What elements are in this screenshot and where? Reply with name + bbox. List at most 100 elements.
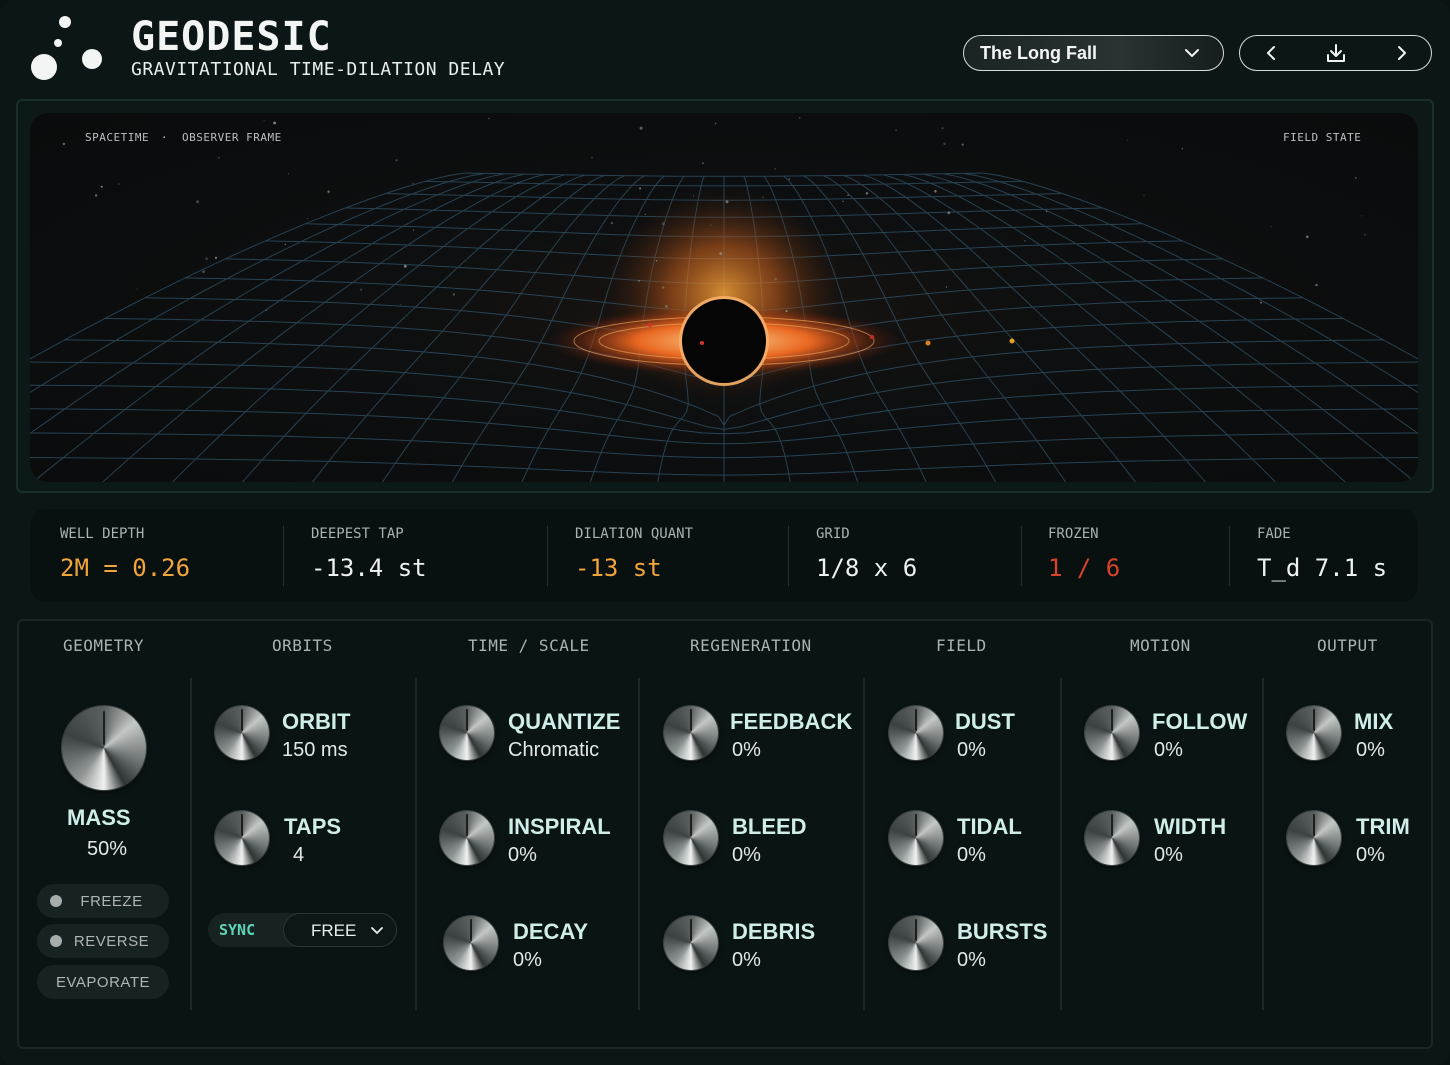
column-divider (1262, 678, 1264, 1010)
spacetime-label: SPACETIME (85, 131, 150, 144)
bleed-label: BLEED (732, 814, 807, 839)
mix-knob[interactable] (1287, 706, 1341, 760)
mass-label: MASS (67, 805, 131, 830)
knob-pointer (690, 814, 692, 836)
dust-knob[interactable] (889, 706, 943, 760)
readout-bar: WELL DEPTH 2M = 0.26 DEEPEST TAP -13.4 s… (30, 509, 1418, 602)
knob-pointer (915, 919, 917, 941)
inspiral-label: INSPIRAL (508, 814, 611, 839)
knob-pointer (690, 919, 692, 941)
knob-pointer (466, 814, 468, 836)
knob-pointer (241, 814, 243, 836)
readout-value: 2M = 0.26 (60, 554, 191, 582)
readout-value: -13.4 st (311, 554, 427, 582)
spacetime-visualizer[interactable] (30, 113, 1418, 482)
readout-label: WELL DEPTH (60, 526, 145, 542)
knob-pointer (1111, 814, 1113, 836)
column-divider (415, 678, 417, 1010)
readout-divider (1021, 526, 1022, 586)
column-divider (638, 678, 640, 1010)
section-title-output: OUTPUT (1317, 636, 1378, 655)
knob-pointer (103, 711, 105, 745)
knob-pointer (470, 919, 472, 941)
sync-mode-dropdown[interactable]: FREE (283, 913, 397, 947)
chevron-left-icon[interactable] (1262, 44, 1280, 62)
evaporate-button[interactable]: EVAPORATE (37, 965, 169, 999)
follow-value: 0% (1154, 739, 1183, 761)
mass-knob[interactable] (62, 706, 146, 790)
dust-value: 0% (957, 739, 986, 761)
bleed-knob[interactable] (664, 811, 718, 865)
inspiral-knob[interactable] (440, 811, 494, 865)
section-title-motion: MOTION (1130, 636, 1191, 655)
column-divider (863, 678, 865, 1010)
field-state-label: FIELD STATE (1283, 131, 1362, 144)
orbit-knob[interactable] (215, 706, 269, 760)
quantize-knob[interactable] (440, 706, 494, 760)
debris-knob[interactable] (664, 916, 718, 970)
tidal-value: 0% (957, 844, 986, 866)
width-value: 0% (1154, 844, 1183, 866)
app-title: GEODESIC (131, 14, 332, 60)
trim-value: 0% (1356, 844, 1385, 866)
quantize-value: Chromatic (508, 739, 600, 761)
spacetime-grid-graphic (30, 117, 1418, 482)
mix-value: 0% (1356, 739, 1385, 761)
knob-pointer (1111, 709, 1113, 731)
taps-label: TAPS (284, 814, 342, 839)
freeze-toggle[interactable]: FREEZE (37, 884, 169, 918)
feedback-knob[interactable] (664, 706, 718, 760)
readout-label: DILATION QUANT (575, 526, 694, 542)
tidal-knob[interactable] (889, 811, 943, 865)
readout-value: 1 / 6 (1048, 554, 1121, 582)
mass-value: 50% (87, 838, 128, 860)
preset-dropdown[interactable]: The Long Fall (963, 35, 1224, 71)
knob-pointer (915, 709, 917, 731)
readout-divider (788, 526, 789, 586)
bleed-value: 0% (732, 844, 761, 866)
follow-label: FOLLOW (1152, 709, 1248, 734)
chevron-down-icon (1185, 49, 1199, 57)
trim-label: TRIM (1356, 814, 1410, 839)
quantize-label: QUANTIZE (508, 709, 621, 734)
feedback-label: FEEDBACK (730, 709, 853, 734)
section-title-orbits: ORBITS (272, 636, 333, 655)
width-knob[interactable] (1085, 811, 1139, 865)
label-separator: · (161, 131, 169, 144)
chevron-down-icon (371, 927, 383, 934)
column-divider (190, 678, 192, 1010)
preset-nav-group (1239, 35, 1432, 71)
inspiral-value: 0% (508, 844, 537, 866)
chevron-right-icon[interactable] (1393, 44, 1411, 62)
knob-pointer (690, 709, 692, 731)
sync-control: SYNC FREE (208, 913, 397, 947)
preset-name: The Long Fall (980, 42, 1097, 63)
readout-label: FADE (1257, 526, 1291, 542)
knob-pointer (1313, 709, 1315, 731)
readout-label: DEEPEST TAP (311, 526, 404, 542)
knob-pointer (915, 814, 917, 836)
feedback-value: 0% (732, 739, 761, 761)
reverse-toggle[interactable]: REVERSE (37, 924, 169, 958)
readout-divider (1229, 526, 1230, 586)
sync-mode-value: FREE (311, 921, 357, 940)
debris-label: DEBRIS (732, 919, 816, 944)
taps-knob[interactable] (215, 811, 269, 865)
decay-knob[interactable] (444, 916, 498, 970)
trim-knob[interactable] (1287, 811, 1341, 865)
width-label: WIDTH (1154, 814, 1227, 839)
readout-divider (547, 526, 548, 586)
tidal-label: TIDAL (957, 814, 1022, 839)
follow-knob[interactable] (1085, 706, 1139, 760)
section-title-time-scale: TIME / SCALE (468, 636, 590, 655)
evaporate-label: EVAPORATE (56, 973, 150, 991)
download-icon[interactable] (1326, 43, 1346, 63)
readout-value: -13 st (575, 554, 662, 582)
decay-label: DECAY (513, 919, 588, 944)
orbit-value: 150 ms (282, 739, 348, 761)
readout-value: T_d 7.1 s (1257, 554, 1388, 582)
bursts-label: BURSTS (957, 919, 1048, 944)
bursts-knob[interactable] (889, 916, 943, 970)
section-title-geometry: GEOMETRY (63, 636, 145, 655)
sync-toggle[interactable]: SYNC (219, 921, 255, 939)
